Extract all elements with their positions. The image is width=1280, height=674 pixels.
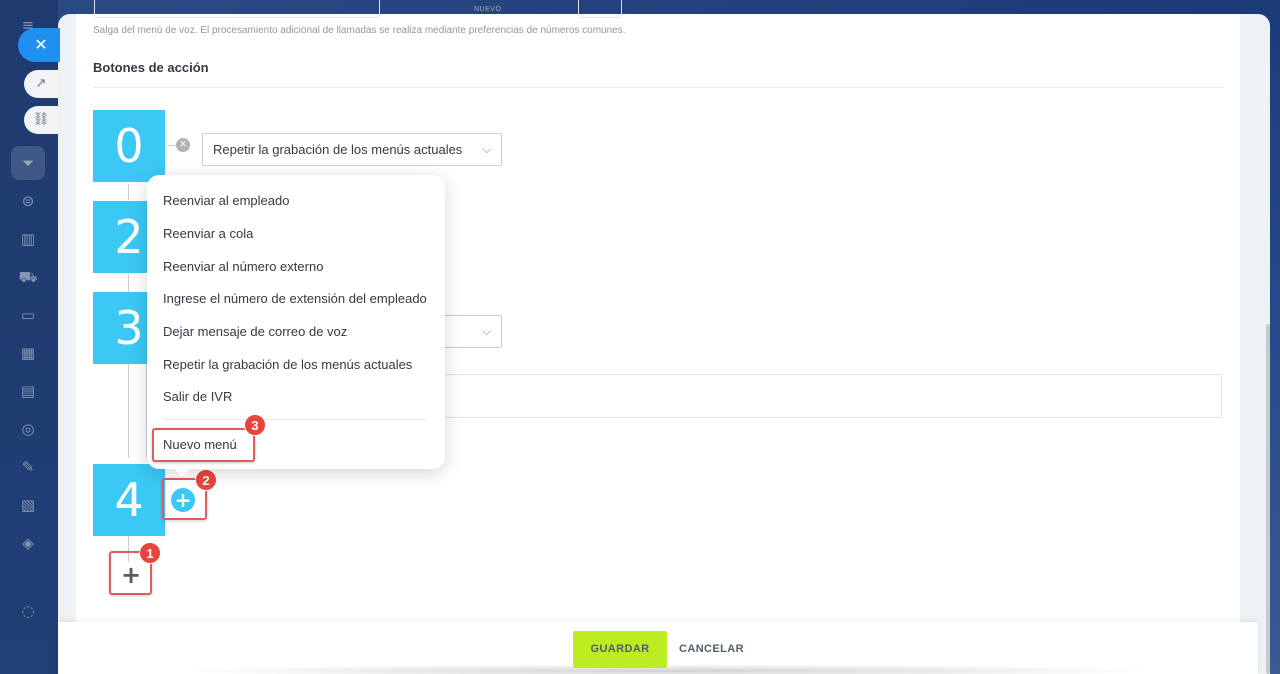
menu-item-enter-extension[interactable]: Ingrese el número de extensión del emple… bbox=[163, 291, 427, 306]
highlight-box-3 bbox=[152, 428, 255, 462]
action-select-0-value: Repetir la grabación de los menús actual… bbox=[213, 142, 463, 157]
top-tiny-label: NUEVO bbox=[474, 6, 502, 13]
menu-item-forward-employee[interactable]: Reenviar al empleado bbox=[163, 193, 289, 208]
settings-icon[interactable]: ◌ bbox=[17, 600, 39, 622]
close-icon[interactable]: ✕ bbox=[18, 28, 60, 62]
footer-bar: GUARDAR CANCELAR bbox=[58, 622, 1258, 674]
chart-icon[interactable]: ▥ bbox=[17, 228, 39, 250]
cart-icon[interactable]: ⛟ bbox=[17, 266, 39, 288]
menu-item-voicemail[interactable]: Dejar mensaje de correo de voz bbox=[163, 324, 347, 339]
menu-item-repeat-recording[interactable]: Repetir la grabación de los menús actual… bbox=[163, 357, 412, 372]
chevron-down-icon: ⌵ bbox=[482, 143, 491, 156]
chevron-down-icon: ⌵ bbox=[482, 325, 491, 338]
action-select-0[interactable]: Repetir la grabación de los menús actual… bbox=[202, 133, 502, 166]
new-menu-name-field[interactable] bbox=[430, 374, 1222, 418]
left-sidebar: ≡ ⏷ ⊜ ▥ ⛟ ▭ ▦ ▤ ◎ ✎ ▧ ◈ ◌ bbox=[0, 0, 58, 674]
digit-box-4: 4 bbox=[93, 464, 165, 536]
footer-shadow bbox=[168, 664, 1168, 674]
top-field-partial-2[interactable] bbox=[578, 0, 622, 18]
menu-item-forward-queue[interactable]: Reenviar a cola bbox=[163, 226, 253, 241]
exit-hint-text: Salga del menú de voz. El procesamiento … bbox=[93, 25, 626, 36]
open-window-icon[interactable]: ↗ bbox=[24, 70, 58, 98]
cancel-button[interactable]: CANCELAR bbox=[679, 631, 744, 668]
pen-icon[interactable]: ✎ bbox=[17, 456, 39, 478]
funnel-icon[interactable]: ⏷ bbox=[11, 146, 45, 180]
cube-icon[interactable]: ◈ bbox=[17, 532, 39, 554]
section-divider bbox=[93, 87, 1223, 88]
step-badge-2: 2 bbox=[195, 469, 217, 491]
action-dropdown-menu: Reenviar al empleado Reenviar a cola Ree… bbox=[147, 175, 445, 477]
step-badge-3: 3 bbox=[244, 414, 266, 436]
document-icon[interactable]: ▧ bbox=[17, 494, 39, 516]
menu-pointer bbox=[174, 468, 190, 477]
box-icon[interactable]: ▤ bbox=[17, 380, 39, 402]
save-button[interactable]: GUARDAR bbox=[573, 631, 667, 668]
message-icon[interactable]: ▭ bbox=[17, 304, 39, 326]
scrollbar[interactable] bbox=[1266, 324, 1270, 674]
calendar-icon[interactable]: ▦ bbox=[17, 342, 39, 364]
menu-item-forward-external[interactable]: Reenviar al número externo bbox=[163, 259, 323, 274]
remove-action-icon[interactable]: ✕ bbox=[176, 138, 190, 152]
menu-item-exit-ivr[interactable]: Salir de IVR bbox=[163, 389, 232, 404]
section-title: Botones de acción bbox=[93, 60, 209, 75]
target-icon[interactable]: ◎ bbox=[17, 418, 39, 440]
connector-line bbox=[168, 145, 176, 146]
menu-separator bbox=[163, 419, 427, 420]
top-field-partial[interactable] bbox=[94, 0, 380, 18]
tree-line bbox=[128, 274, 129, 292]
tree-line bbox=[128, 364, 129, 458]
tree-line bbox=[128, 184, 129, 200]
digit-box-0: 0 bbox=[93, 110, 165, 182]
link-icon[interactable]: ⛓ bbox=[24, 106, 58, 134]
robot-icon[interactable]: ⊜ bbox=[17, 190, 39, 212]
step-badge-1: 1 bbox=[139, 542, 161, 564]
